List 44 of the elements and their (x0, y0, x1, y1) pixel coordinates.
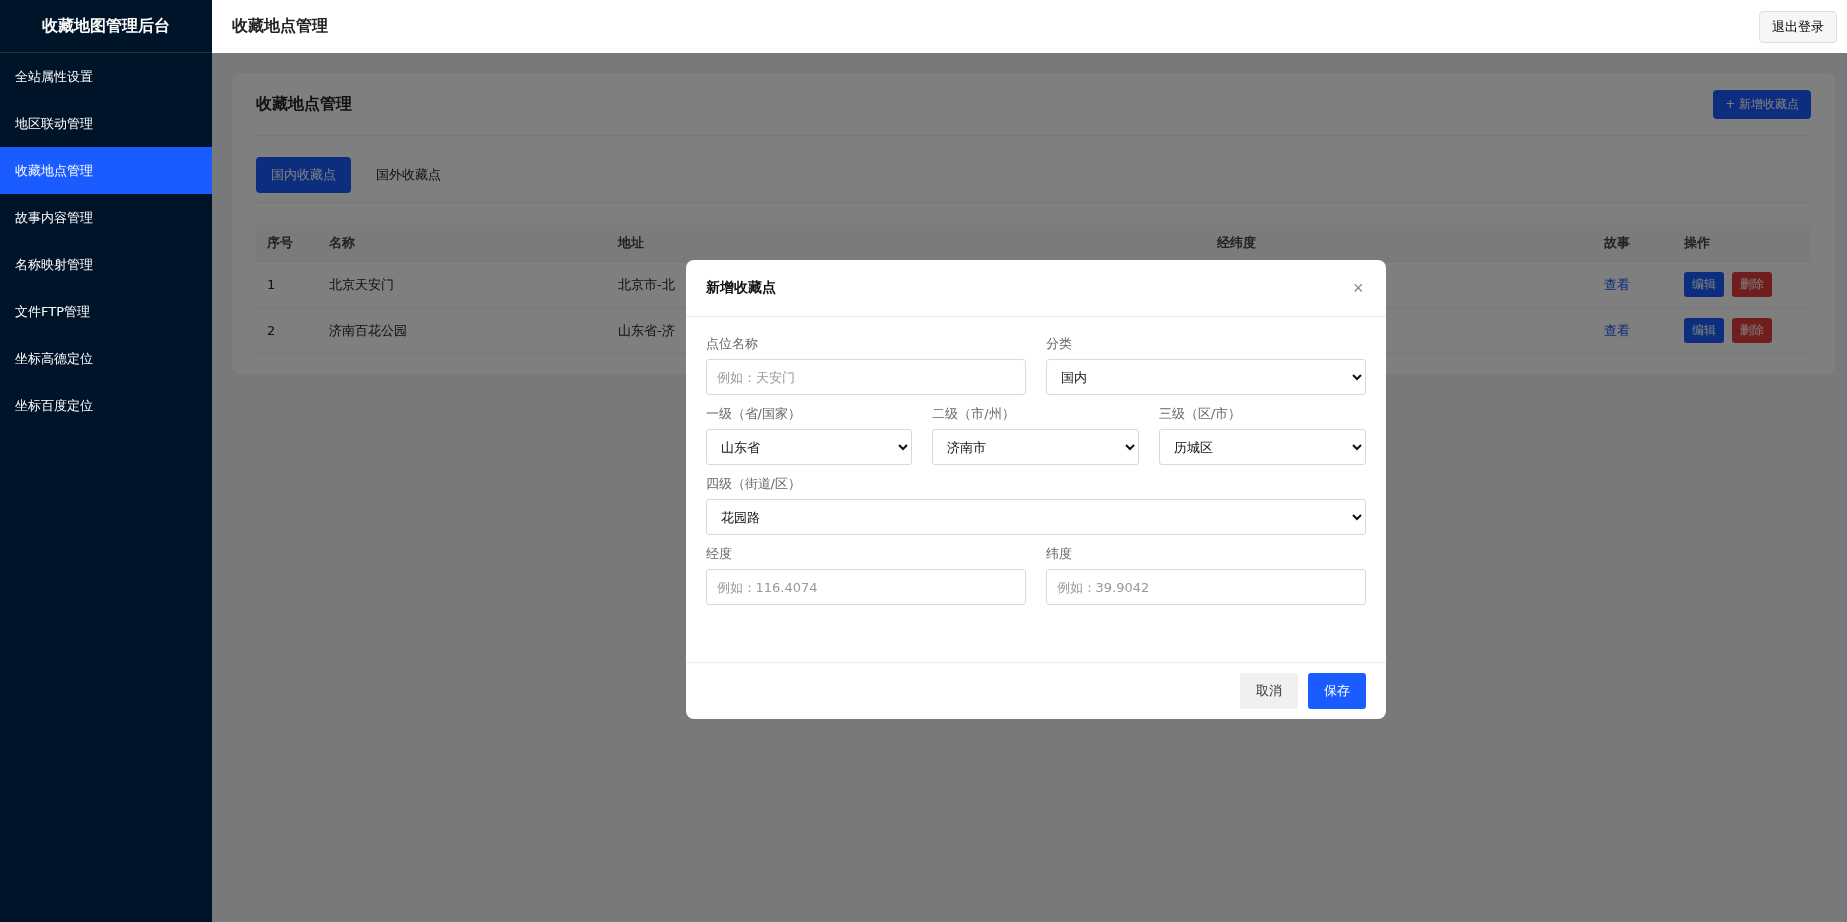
page-title: 收藏地点管理 (232, 16, 328, 37)
field-label: 四级（街道/区） (705, 475, 802, 493)
sidebar-item[interactable]: 故事内容管理 (0, 194, 212, 241)
table-cell: 济南百花公园 (329, 321, 407, 340)
table-cell: 2 (267, 323, 276, 338)
sidebar-item[interactable]: 地区联动管理 (0, 100, 212, 147)
column-header: 序号 (266, 234, 294, 252)
column-header: 名称 (328, 234, 356, 252)
tab[interactable]: 国外收藏点 (361, 157, 456, 193)
column-header: 经纬度 (1216, 234, 1257, 252)
logout-button[interactable]: 退出登录 (1759, 10, 1837, 43)
select-field[interactable]: 山东省 (705, 429, 913, 465)
sidebar-item[interactable]: 名称映射管理 (0, 241, 212, 288)
cancel-button[interactable]: 取消 (1239, 673, 1298, 709)
column-header: 地址 (616, 234, 645, 252)
card-title: 收藏地点管理 (256, 93, 352, 115)
sidebar-item[interactable]: 坐标百度定位 (0, 382, 212, 429)
select-field[interactable]: 花园路 (705, 499, 1366, 535)
select-field[interactable]: 国内 (1045, 359, 1366, 395)
sidebar-item[interactable]: 全站属性设置 (0, 53, 212, 100)
sidebar-item[interactable]: 收藏地点管理 (0, 147, 212, 194)
field-label: 经度 (705, 545, 733, 563)
dialog-title: 新增收藏点 (705, 279, 776, 297)
table-cell: 北京市-北 (618, 275, 675, 294)
column-header: 操作 (1683, 234, 1711, 252)
field-label: 三级（区/市） (1158, 405, 1243, 423)
input-field[interactable]: 例如：天安门 (705, 359, 1026, 395)
save-button[interactable]: 保存 (1307, 673, 1366, 709)
field-label: 一级（省/国家） (705, 405, 802, 423)
table-cell: 1 (267, 277, 276, 292)
input-field[interactable]: 例如：39.9042 (1045, 569, 1366, 605)
field-label: 分类 (1045, 335, 1073, 353)
sidebar-item[interactable]: 文件FTP管理 (0, 288, 212, 335)
field-label: 二级（市/州） (932, 405, 1016, 423)
field-label: 点位名称 (705, 335, 759, 353)
close-button[interactable]: × (1351, 277, 1366, 299)
column-header: 故事 (1603, 234, 1631, 252)
select-field[interactable]: 历城区 (1158, 429, 1366, 465)
table-cell: 山东省-济 (618, 321, 675, 340)
select-field[interactable]: 济南市 (932, 429, 1139, 465)
field-label: 纬度 (1045, 545, 1073, 563)
table-cell: 北京天安门 (329, 275, 394, 294)
input-field[interactable]: 例如：116.4074 (705, 569, 1026, 605)
sidebar-item[interactable]: 坐标高德定位 (0, 335, 212, 382)
